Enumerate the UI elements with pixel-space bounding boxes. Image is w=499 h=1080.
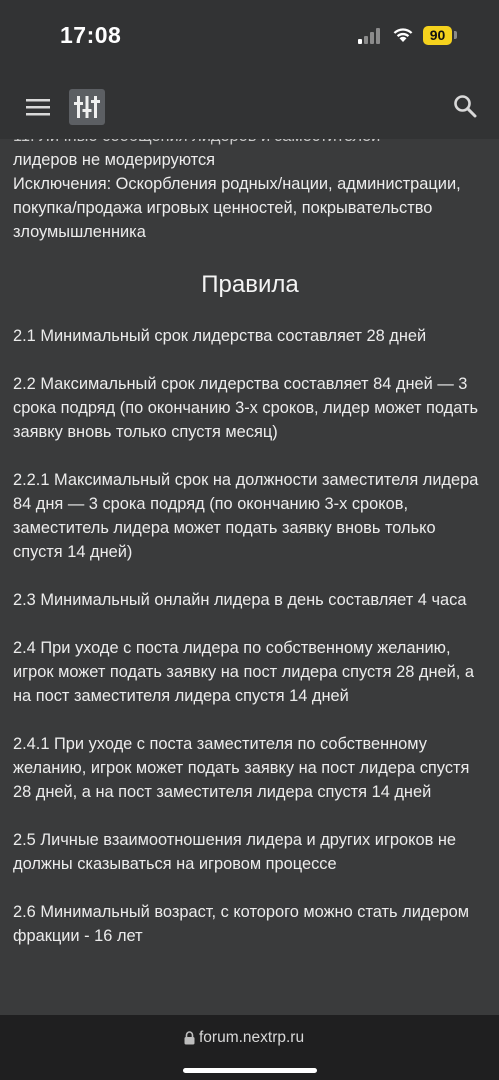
- rule-item: 2.6 Минимальный возраст, с которого можн…: [13, 903, 470, 945]
- lock-icon: [184, 1031, 195, 1045]
- rule-item: 2.1 Минимальный срок лидерства составляе…: [13, 327, 427, 345]
- post-content: 11. Личные сообщения лидеров и заместите…: [13, 139, 487, 1015]
- home-indicator[interactable]: [183, 1068, 317, 1073]
- rules-title: Правила: [201, 271, 299, 298]
- intro-line-1: лидеров не модерируются: [13, 151, 216, 169]
- rule-item: 2.5 Личные взаимоотношения лидера и друг…: [13, 831, 457, 873]
- forum-logo-icon[interactable]: [69, 89, 105, 125]
- rule-item: 2.2 Максимальный срок лидерства составля…: [13, 375, 478, 441]
- battery-icon: 90: [423, 26, 452, 45]
- search-icon[interactable]: [453, 94, 477, 118]
- battery-tip: [454, 31, 457, 39]
- intro-cut-line: 11. Личные сообщения лидеров и заместите…: [13, 139, 487, 148]
- wifi-icon: [393, 28, 413, 42]
- status-time: 17:08: [60, 22, 122, 48]
- url-text[interactable]: forum.nextrp.ru: [199, 1029, 304, 1047]
- intro-line-2: Исключения: Оскорбления родных/нации, ад…: [13, 175, 461, 241]
- intro-text: 11. Личные сообщения лидеров и заместите…: [13, 139, 487, 244]
- rule-item: 2.4.1 При уходе с поста заместителя по с…: [13, 735, 470, 801]
- rule-item: 2.3 Минимальный онлайн лидера в день сос…: [13, 591, 467, 609]
- rule-item: 2.4 При уходе с поста лидера по собствен…: [13, 639, 475, 705]
- signal-icon: [358, 28, 380, 44]
- menu-icon[interactable]: [26, 98, 50, 116]
- rule-item: 2.2.1 Максимальный срок на должности зам…: [13, 471, 479, 561]
